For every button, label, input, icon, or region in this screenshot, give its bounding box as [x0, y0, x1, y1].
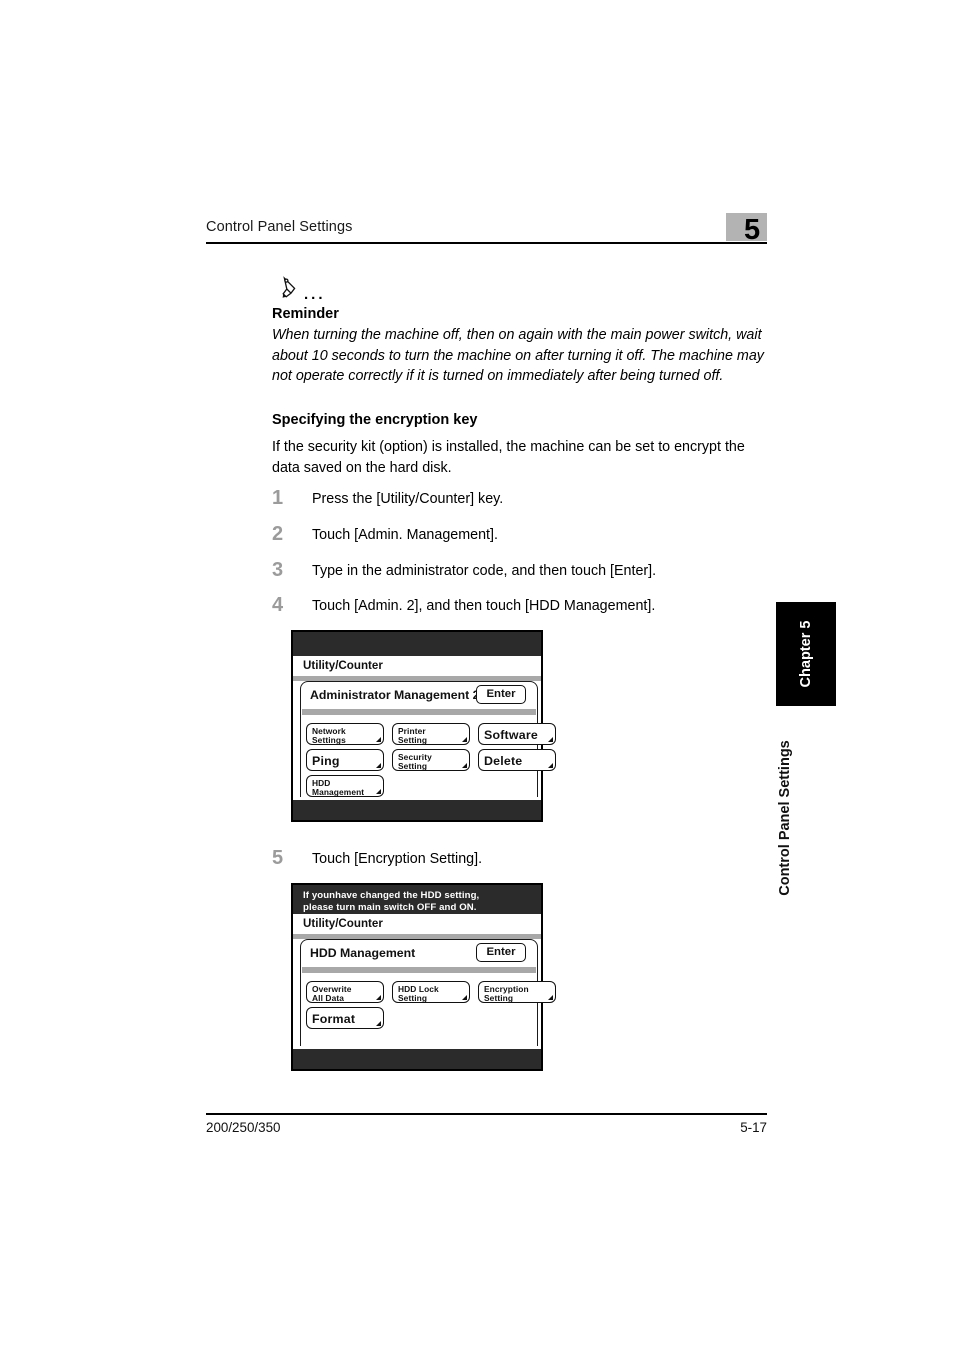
- section-side-tab-label: Control Panel Settings: [777, 740, 793, 896]
- step-text: Touch [Admin. Management].: [312, 527, 498, 543]
- lcd-top-dark-bar: [293, 632, 541, 656]
- footer-page-number: 5-17: [740, 1120, 767, 1135]
- footer-model: 200/250/350: [206, 1120, 281, 1135]
- softkey-corner-icon: [547, 762, 553, 768]
- step-text: Type in the administrator code, and then…: [312, 563, 657, 579]
- step-number: 2: [272, 523, 284, 545]
- section-side-tab: Control Panel Settings: [772, 718, 798, 918]
- softkey-encryption-setting[interactable]: Encryption Setting: [478, 981, 556, 1003]
- lcd-banner-line2: please turn main switch OFF and ON.: [303, 902, 477, 914]
- page-title: Control Panel Settings: [206, 219, 353, 235]
- step-number: 1: [272, 487, 284, 509]
- softkey-label-line1: Format: [312, 1012, 356, 1026]
- lcd-bottom-dark-bar: [293, 1049, 541, 1069]
- enter-button[interactable]: Enter: [476, 943, 526, 962]
- softkey-corner-icon: [375, 788, 381, 794]
- lcd-body: Administrator Management 2 Enter Network…: [293, 681, 556, 800]
- softkey-ping[interactable]: Ping: [306, 749, 384, 771]
- step-number: 5: [272, 847, 284, 869]
- lcd-screen-title: Utility/Counter: [293, 914, 541, 934]
- step-item: 5 Touch [Encryption Setting].: [272, 847, 772, 875]
- lcd-group-divider: [302, 967, 536, 973]
- step-text: Press the [Utility/Counter] key.: [312, 491, 504, 507]
- softkey-corner-icon: [375, 1020, 381, 1026]
- softkey-label-line2: Settings: [312, 735, 346, 745]
- step-number: 3: [272, 559, 284, 581]
- lcd-screen-title: Utility/Counter: [293, 656, 541, 676]
- softkey-delete-job[interactable]: Delete Job: [478, 749, 556, 771]
- lcd-group-title: Administrator Management 2: [310, 688, 480, 702]
- lcd-body: HDD Management Enter Overwrite All Data …: [293, 939, 556, 1049]
- softkey-label-line1: Ping: [312, 754, 340, 768]
- softkey-label-line2: Setting: [398, 735, 428, 745]
- step-number: 4: [272, 594, 284, 616]
- note-dots: ...: [304, 286, 326, 303]
- chapter-side-tab-label: Chapter 5: [798, 620, 814, 688]
- header-divider: [206, 242, 767, 244]
- step-item: 2 Touch [Admin. Management].: [272, 523, 772, 551]
- softkey-security-setting[interactable]: Security Setting: [392, 749, 470, 771]
- softkey-hdd-lock-setting[interactable]: HDD Lock Setting: [392, 981, 470, 1003]
- softkey-corner-icon: [461, 994, 467, 1000]
- softkey-label-line2: Setting: [398, 761, 428, 771]
- step-text: Touch [Admin. 2], and then touch [HDD Ma…: [312, 598, 656, 614]
- section-heading: Specifying the encryption key: [272, 412, 478, 428]
- softkey-label-line2: Setting: [484, 993, 514, 1003]
- lcd-panel-admin-management: Utility/Counter Administrator Management…: [291, 630, 556, 822]
- softkey-corner-icon: [461, 736, 467, 742]
- document-page: Control Panel Settings 5 ... Reminder Wh…: [0, 0, 954, 1350]
- softkey-corner-icon: [375, 736, 381, 742]
- step-text: Touch [Encryption Setting].: [312, 851, 483, 867]
- note-body: When turning the machine off, then on ag…: [272, 327, 764, 385]
- chapter-marker-number: 5: [744, 214, 761, 246]
- softkey-printer-setting[interactable]: Printer Setting: [392, 723, 470, 745]
- softkey-label-line2: Management: [312, 787, 365, 797]
- lcd-panel-hdd-management: If younhave changed the HDD setting, ple…: [291, 883, 556, 1071]
- note-label: Reminder: [272, 306, 339, 322]
- softkey-corner-icon: [375, 762, 381, 768]
- footer-divider: [206, 1113, 767, 1115]
- section-intro: If the security kit (option) is installe…: [272, 439, 745, 476]
- softkey-corner-icon: [461, 762, 467, 768]
- softkey-hdd-management[interactable]: HDD Management: [306, 775, 384, 797]
- softkey-label-line2: Setting: [398, 993, 428, 1003]
- softkey-label-line2: All Data: [312, 993, 344, 1003]
- softkey-label-line1: Software SW: [484, 728, 538, 742]
- softkey-corner-icon: [547, 994, 553, 1000]
- lcd-warning-banner: If younhave changed the HDD setting, ple…: [293, 885, 541, 914]
- softkey-software-sw[interactable]: Software SW: [478, 723, 556, 745]
- lcd-bottom-dark-bar: [293, 800, 541, 820]
- softkey-corner-icon: [375, 994, 381, 1000]
- step-item: 1 Press the [Utility/Counter] key.: [272, 487, 772, 515]
- softkey-network-settings[interactable]: Network Settings: [306, 723, 384, 745]
- softkey-corner-icon: [547, 736, 553, 742]
- lcd-group-title: HDD Management: [310, 946, 416, 960]
- pencil-icon: [282, 276, 296, 298]
- chapter-side-tab: Chapter 5: [776, 602, 836, 706]
- running-header: Control Panel Settings: [206, 218, 766, 236]
- softkey-label-line1: Delete Job: [484, 754, 523, 768]
- lcd-banner-line1: If younhave changed the HDD setting,: [303, 890, 480, 901]
- enter-button[interactable]: Enter: [476, 685, 526, 704]
- step-item: 3 Type in the administrator code, and th…: [272, 559, 772, 587]
- softkey-format[interactable]: Format: [306, 1007, 384, 1029]
- lcd-group-divider: [302, 709, 536, 715]
- step-item: 4 Touch [Admin. 2], and then touch [HDD …: [272, 594, 772, 622]
- softkey-overwrite-all-data[interactable]: Overwrite All Data: [306, 981, 384, 1003]
